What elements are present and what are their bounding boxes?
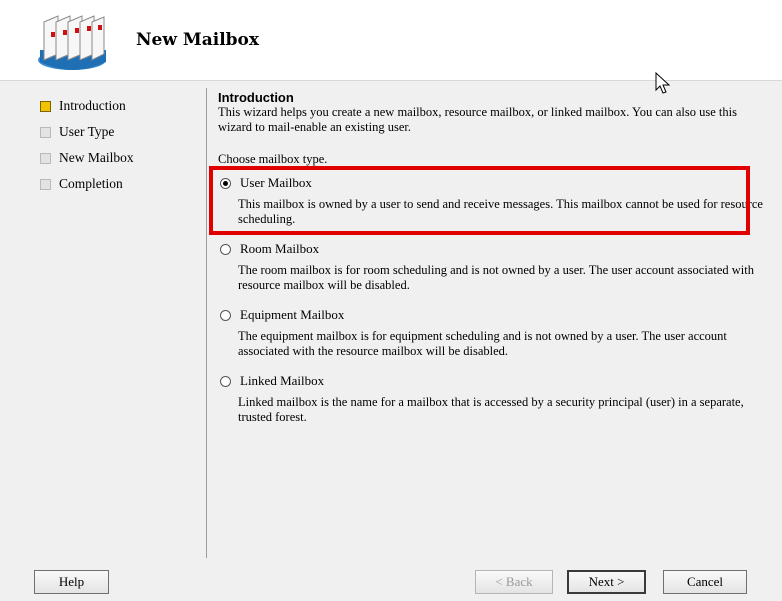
step-completion: Completion	[40, 171, 134, 197]
option-label[interactable]: User Mailbox	[240, 175, 312, 191]
section-heading: Introduction	[218, 90, 294, 105]
option-linked-mailbox: Linked Mailbox Linked mailbox is the nam…	[218, 371, 766, 425]
radio-icon[interactable]	[220, 243, 231, 255]
option-description: The equipment mailbox is for equipment s…	[238, 329, 727, 358]
radio-linked-mailbox[interactable]: Linked Mailbox	[218, 371, 766, 391]
step-label: User Type	[59, 124, 115, 139]
step-new-mailbox: New Mailbox	[40, 145, 134, 171]
back-button[interactable]: < Back	[475, 570, 553, 594]
radio-user-mailbox[interactable]: User Mailbox	[218, 173, 766, 193]
step-active-indicator-icon	[40, 100, 51, 112]
option-description: Linked mailbox is the name for a mailbox…	[238, 395, 744, 424]
option-equipment-mailbox: Equipment Mailbox The equipment mailbox …	[218, 305, 766, 359]
option-description: The room mailbox is for room scheduling …	[238, 263, 754, 292]
step-indicator-icon	[40, 126, 51, 138]
option-description: This mailbox is owned by a user to send …	[238, 197, 763, 226]
option-room-mailbox: Room Mailbox The room mailbox is for roo…	[218, 239, 766, 293]
option-label[interactable]: Linked Mailbox	[240, 373, 324, 389]
step-introduction: Introduction	[40, 93, 134, 119]
step-indicator-icon	[40, 152, 51, 164]
wizard-content: Introduction This wizard helps you creat…	[218, 90, 766, 425]
step-label: Completion	[59, 176, 123, 191]
option-label[interactable]: Equipment Mailbox	[240, 307, 344, 323]
step-label: New Mailbox	[59, 150, 134, 165]
step-indicator-icon	[40, 178, 51, 190]
step-label: Introduction	[59, 98, 126, 113]
radio-room-mailbox[interactable]: Room Mailbox	[218, 239, 766, 259]
intro-text: This wizard helps you create a new mailb…	[218, 105, 737, 134]
radio-icon[interactable]	[220, 375, 231, 387]
radio-selected-icon[interactable]	[220, 177, 231, 189]
vertical-divider	[206, 88, 207, 558]
option-label[interactable]: Room Mailbox	[240, 241, 319, 257]
next-button[interactable]: Next >	[567, 570, 646, 594]
radio-icon[interactable]	[220, 309, 231, 321]
step-user-type: User Type	[40, 119, 134, 145]
wizard-steps: Introduction User Type New Mailbox Compl…	[40, 93, 134, 197]
choose-type-label: Choose mailbox type.	[218, 152, 328, 166]
wizard-header: New Mailbox	[0, 0, 782, 81]
option-user-mailbox: User Mailbox This mailbox is owned by a …	[218, 173, 766, 227]
radio-equipment-mailbox[interactable]: Equipment Mailbox	[218, 305, 766, 325]
mailbox-icon	[38, 15, 106, 70]
wizard-title: New Mailbox	[136, 30, 260, 50]
cancel-button[interactable]: Cancel	[663, 570, 747, 594]
help-button[interactable]: Help	[34, 570, 109, 594]
